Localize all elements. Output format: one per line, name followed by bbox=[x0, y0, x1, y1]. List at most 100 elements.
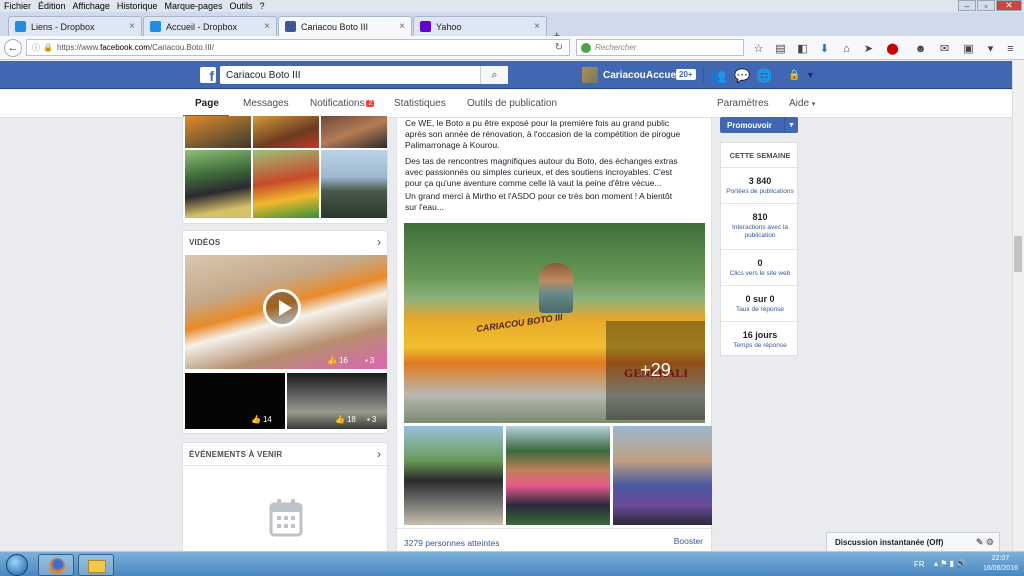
video-b-comments: ▪ 3 bbox=[367, 415, 376, 424]
menu-marque-pages[interactable]: Marque-pages bbox=[164, 1, 222, 11]
photo-thumb[interactable] bbox=[185, 150, 251, 218]
chevron-right-icon[interactable]: › bbox=[377, 447, 381, 461]
pocket-icon[interactable]: ◧ bbox=[796, 42, 809, 55]
stat-response-time[interactable]: 16 jours Temps de réponse bbox=[721, 330, 799, 350]
more-photos-overlay[interactable]: +29 bbox=[606, 321, 705, 420]
tab-parametres[interactable]: Paramètres bbox=[717, 98, 769, 109]
stat-website-clicks[interactable]: 0 Clics vers le site web bbox=[721, 258, 799, 278]
post-text-line: Ce WE, le Boto a pu être exposé pour la … bbox=[405, 118, 670, 128]
weekly-stats-card: CETTE SEMAINE 3 840 Portées de publicati… bbox=[720, 142, 799, 356]
tab-messages[interactable]: Messages bbox=[243, 98, 289, 109]
video-thumb-b[interactable]: 👍 18 ▪ 3 bbox=[287, 373, 387, 429]
search-engine-icon bbox=[581, 42, 591, 53]
menu-edition[interactable]: Édition bbox=[38, 1, 66, 11]
dropbox-icon bbox=[15, 21, 26, 32]
back-button[interactable]: ← bbox=[4, 39, 22, 57]
bookmarks-list-icon[interactable]: ▤ bbox=[774, 42, 787, 55]
stat-response-rate[interactable]: 0 sur 0 Taux de réponse bbox=[721, 294, 799, 314]
extension-icon[interactable]: ✉ bbox=[938, 42, 951, 55]
tab-outils-publication[interactable]: Outils de publication bbox=[467, 98, 557, 109]
clock[interactable]: 22:07 16/06/2016 bbox=[983, 554, 1018, 574]
taskbar-firefox[interactable] bbox=[38, 554, 74, 576]
account-menu-chevron-icon[interactable]: ▼ bbox=[806, 70, 815, 80]
menu-outils[interactable]: Outils bbox=[230, 1, 253, 11]
photo-thumb[interactable] bbox=[321, 116, 387, 148]
friend-requests-icon[interactable]: 👥 bbox=[710, 68, 726, 84]
tab-aide[interactable]: Aide ▾ bbox=[789, 98, 815, 109]
like-icon: 👍 bbox=[335, 415, 345, 424]
play-icon[interactable] bbox=[263, 289, 301, 327]
stats-divider bbox=[721, 249, 799, 250]
menu-help[interactable]: ? bbox=[260, 1, 265, 11]
photo-thumb[interactable] bbox=[253, 116, 319, 148]
photo-thumb[interactable] bbox=[253, 150, 319, 218]
video-main-comments: ▪ 3 bbox=[365, 356, 374, 365]
url-bar[interactable]: ⓘ 🔒 https://www. facebook.com/Cariacou.Bo… bbox=[26, 39, 570, 56]
post-reach[interactable]: 3279 personnes atteintes bbox=[404, 538, 499, 548]
url-host: facebook.com bbox=[100, 43, 150, 52]
promote-button[interactable]: Promouvoir ▼ bbox=[720, 117, 798, 133]
scrollbar-thumb[interactable] bbox=[1014, 236, 1022, 272]
maximize-button[interactable]: ▫ bbox=[977, 0, 995, 11]
browser-search-input[interactable]: Rechercher bbox=[576, 39, 744, 56]
start-button[interactable] bbox=[6, 554, 28, 576]
close-tab-icon[interactable]: × bbox=[264, 21, 270, 32]
chat-icon[interactable]: ☻ bbox=[914, 42, 927, 55]
minimize-button[interactable]: – bbox=[958, 0, 976, 11]
reload-icon[interactable]: ↻ bbox=[555, 42, 563, 53]
tab-accueil-dropbox[interactable]: Accueil - Dropbox × bbox=[143, 16, 277, 36]
adblock-icon[interactable]: ⬤ bbox=[886, 42, 899, 55]
close-tab-icon[interactable]: × bbox=[399, 21, 405, 32]
info-icon: ⓘ bbox=[32, 43, 40, 52]
overflow-menu-icon[interactable]: ▾ bbox=[984, 42, 997, 55]
tab-cariacou-boto[interactable]: Cariacou Boto III × bbox=[278, 16, 412, 36]
close-tab-icon[interactable]: × bbox=[534, 21, 540, 32]
chat-settings-icon[interactable]: ✎ ⚙ bbox=[976, 537, 994, 548]
photo-thumb[interactable] bbox=[321, 150, 387, 218]
video-thumb-a[interactable]: 👍 14 bbox=[185, 373, 285, 429]
language-indicator[interactable]: FR bbox=[914, 560, 925, 569]
facebook-logo-icon[interactable]: f bbox=[200, 67, 216, 83]
tab-statistiques[interactable]: Statistiques bbox=[394, 98, 446, 109]
boost-button[interactable]: Booster bbox=[674, 536, 703, 546]
taskbar-explorer[interactable] bbox=[78, 554, 114, 576]
tray-icons[interactable]: ▴ ⚑ ▮ 🔊 bbox=[934, 559, 966, 568]
privacy-lock-icon[interactable]: 🔒 bbox=[788, 70, 800, 81]
stat-label: Portées de publications bbox=[726, 188, 794, 195]
notifications-globe-icon[interactable]: 🌐 bbox=[756, 68, 772, 84]
photo-thumb[interactable] bbox=[185, 116, 251, 148]
post-photo-crowd[interactable] bbox=[404, 426, 503, 525]
post-photo-runners[interactable] bbox=[613, 426, 712, 525]
page-scrollbar[interactable] bbox=[1012, 61, 1024, 551]
videos-title: VIDÉOS bbox=[189, 238, 221, 247]
menu-fichier[interactable]: Fichier bbox=[4, 1, 31, 11]
stat-post-engagement[interactable]: 810 Interactions avec la publication bbox=[721, 212, 799, 240]
hamburger-menu-icon[interactable]: ≡ bbox=[1004, 42, 1017, 55]
facebook-icon bbox=[285, 21, 296, 32]
menu-historique[interactable]: Historique bbox=[117, 1, 158, 11]
chat-bar[interactable]: Discussion instantanée (Off) ✎ ⚙ bbox=[826, 532, 1000, 552]
extension-icon-2[interactable]: ▣ bbox=[962, 42, 975, 55]
close-window-button[interactable]: ✕ bbox=[996, 0, 1022, 11]
close-tab-icon[interactable]: × bbox=[129, 21, 135, 32]
home-icon[interactable]: ⌂ bbox=[840, 42, 853, 55]
tab-yahoo[interactable]: Yahoo × bbox=[413, 16, 547, 36]
dropbox-icon bbox=[150, 21, 161, 32]
download-icon[interactable]: ⬇ bbox=[818, 42, 831, 55]
bookmark-star-icon[interactable]: ☆ bbox=[752, 42, 765, 55]
stat-post-reach[interactable]: 3 840 Portées de publications bbox=[721, 176, 799, 196]
chevron-down-icon[interactable]: ▼ bbox=[784, 117, 798, 133]
chevron-right-icon[interactable]: › bbox=[377, 235, 381, 249]
send-icon[interactable]: ➤ bbox=[862, 42, 875, 55]
profile-link[interactable]: Cariacou bbox=[582, 67, 646, 83]
messages-icon[interactable]: 💬 bbox=[734, 68, 750, 84]
stat-value: 0 bbox=[757, 258, 763, 268]
tab-notifications[interactable]: Notifications 2 bbox=[310, 98, 375, 109]
tab-liens-dropbox[interactable]: Liens - Dropbox × bbox=[8, 16, 142, 36]
post-photo-group[interactable] bbox=[506, 426, 610, 525]
video-main-thumb[interactable]: 👍 16 ▪ 3 bbox=[185, 255, 387, 369]
facebook-search-input[interactable]: Cariacou Boto III ⌕ bbox=[220, 66, 508, 84]
search-icon[interactable]: ⌕ bbox=[480, 66, 508, 84]
tab-page[interactable]: Page bbox=[195, 98, 219, 109]
menu-affichage[interactable]: Affichage bbox=[73, 1, 110, 11]
